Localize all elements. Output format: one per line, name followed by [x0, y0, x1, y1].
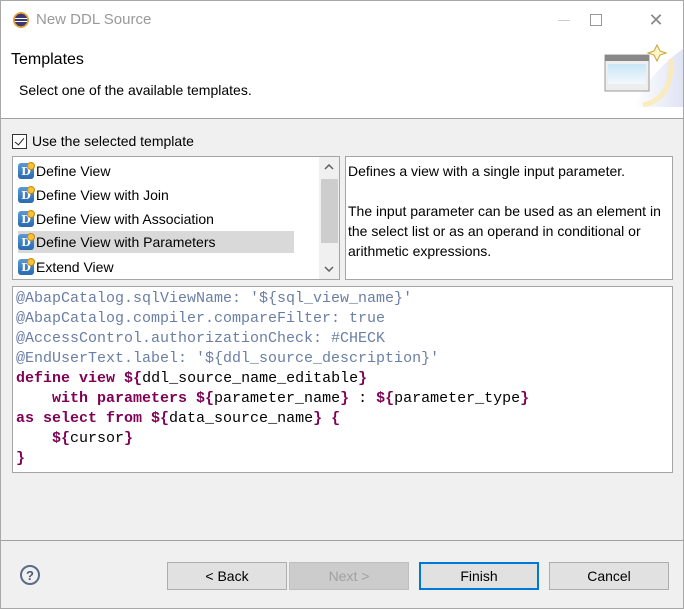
code-keyword: as select from [16, 410, 152, 427]
minimize-icon [558, 19, 570, 21]
template-item-label: Extend View [36, 259, 114, 275]
template-item-extend-view[interactable]: D Extend View [18, 256, 114, 278]
template-item-label: Define View with Join [36, 187, 169, 203]
code-keyword: define view [16, 370, 125, 387]
code-annotation: @AccessControl.authorizationCheck: #CHEC… [16, 330, 386, 347]
code-keyword: ${ [16, 430, 71, 447]
code-annotation: @AbapCatalog.compiler.compareFilter: tru… [16, 310, 386, 327]
cancel-button[interactable]: Cancel [549, 562, 669, 590]
page-title: Templates [11, 51, 84, 68]
code-text: : [349, 390, 377, 407]
close-button[interactable]: ✕ [633, 1, 679, 39]
wizard-banner-icon [604, 43, 683, 108]
code-text: parameter_type [394, 390, 521, 407]
code-text: parameter_name [214, 390, 341, 407]
template-item-define-view-with-join[interactable]: D Define View with Join [18, 184, 169, 206]
help-icon[interactable]: ? [20, 565, 40, 585]
ddl-template-icon: D [18, 186, 35, 203]
template-description: Defines a view with a single input param… [345, 156, 673, 280]
code-annotation: @AbapCatalog.sqlViewName: '${sql_view_na… [16, 290, 413, 307]
new-ddl-source-dialog: New DDL Source ✕ Templates Select one of… [0, 0, 684, 609]
code-line: as select from ${data_source_name} { [16, 409, 669, 429]
ddl-template-icon: D [18, 162, 35, 179]
footer-separator [1, 540, 683, 541]
code-line: @EndUserText.label: '${ddl_source_descri… [16, 349, 669, 369]
code-keyword: { [133, 370, 143, 387]
template-list[interactable]: D Define View D Define View with Join D … [12, 156, 340, 280]
code-keyword: } [313, 410, 323, 427]
code-keyword: } [16, 450, 26, 467]
back-button[interactable]: < Back [167, 562, 287, 590]
template-item-define-view-with-association[interactable]: D Define View with Association [18, 208, 214, 230]
template-item-label: Define View with Association [36, 211, 214, 227]
window-title: New DDL Source [36, 11, 152, 28]
template-item-label: Define View with Parameters [36, 234, 216, 250]
template-code-preview: @AbapCatalog.sqlViewName: '${sql_view_na… [12, 286, 673, 473]
code-line: with parameters ${parameter_name} : ${pa… [16, 389, 669, 409]
template-item-define-view[interactable]: D Define View [18, 160, 110, 182]
template-list-scrollbar[interactable] [319, 157, 339, 279]
code-line: @AccessControl.authorizationCheck: #CHEC… [16, 329, 669, 349]
chevron-up-icon [324, 164, 334, 170]
close-icon: ✕ [648, 9, 664, 30]
code-keyword: ${ [196, 390, 215, 407]
maximize-button[interactable] [573, 1, 619, 39]
code-line: @AbapCatalog.sqlViewName: '${sql_view_na… [16, 289, 669, 309]
code-keyword: } [340, 390, 350, 407]
wizard-header: Templates Select one of the available te… [1, 39, 683, 119]
code-keyword: $ [124, 370, 134, 387]
code-keyword: } [520, 390, 530, 407]
page-subtitle: Select one of the available templates. [19, 82, 252, 98]
use-template-checkbox-row[interactable]: Use the selected template [12, 133, 194, 149]
eclipse-app-icon [13, 12, 29, 28]
code-keyword: with parameters [16, 390, 197, 407]
chevron-down-icon [324, 266, 334, 272]
code-keyword: } [358, 370, 368, 387]
use-template-label: Use the selected template [32, 133, 194, 149]
code-text: cursor [70, 430, 125, 447]
next-button: Next > [289, 562, 409, 590]
code-annotation: @EndUserText.label: '${ddl_source_descri… [16, 350, 440, 367]
code-text: ddl_source_name_editable [142, 370, 359, 387]
code-keyword: ${ [376, 390, 395, 407]
ddl-template-icon: D [18, 210, 35, 227]
code-keyword: ${ [151, 410, 170, 427]
finish-button[interactable]: Finish [419, 562, 539, 590]
title-bar: New DDL Source ✕ [1, 1, 683, 39]
template-item-label: Define View [36, 163, 111, 179]
code-keyword: { [322, 410, 341, 427]
description-detail: The input parameter can be used as an el… [348, 203, 661, 259]
code-line: ${cursor} [16, 429, 669, 449]
use-template-checkbox[interactable] [12, 133, 27, 149]
ddl-template-icon: D [18, 233, 35, 250]
code-keyword: } [124, 430, 134, 447]
scroll-thumb[interactable] [321, 179, 338, 243]
scroll-down-button[interactable] [319, 259, 339, 279]
template-item-define-view-with-parameters[interactable]: D Define View with Parameters [18, 231, 294, 253]
code-line: define view ${ddl_source_name_editable} [16, 369, 669, 389]
code-line: } [16, 449, 669, 469]
scroll-up-button[interactable] [319, 157, 339, 177]
code-text: data_source_name [169, 410, 314, 427]
ddl-template-icon: D [18, 258, 35, 275]
description-summary: Defines a view with a single input param… [348, 163, 626, 179]
maximize-icon [590, 14, 602, 26]
code-line: @AbapCatalog.compiler.compareFilter: tru… [16, 309, 669, 329]
